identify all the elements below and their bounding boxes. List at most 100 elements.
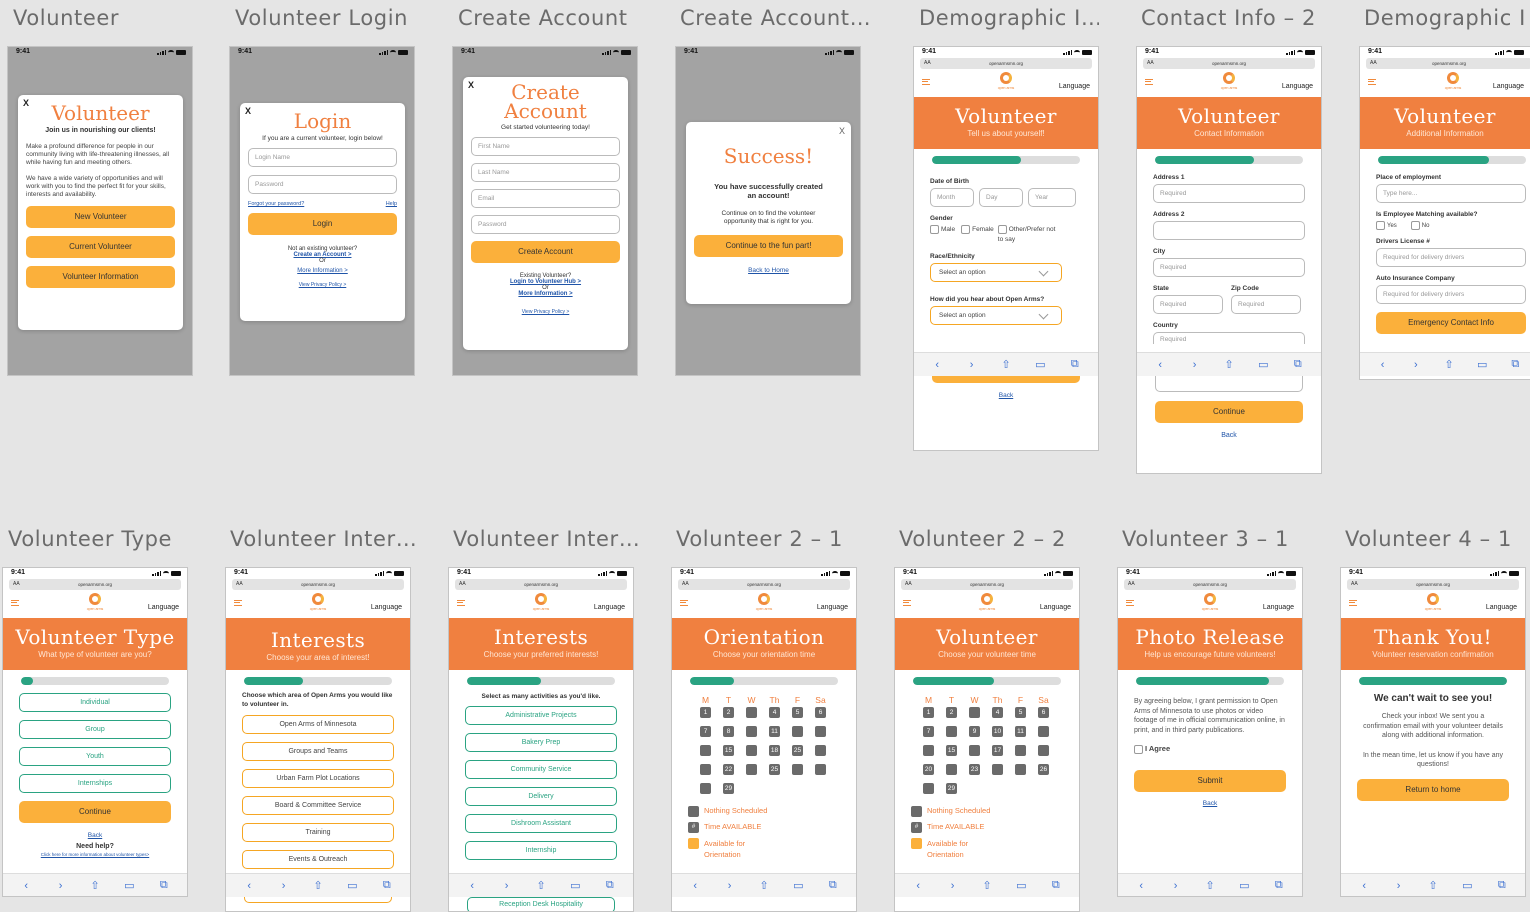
type-option-youth[interactable]: Youth [19,747,171,766]
calendar-date[interactable]: 7 [700,726,711,737]
calendar-date[interactable] [1038,745,1049,756]
back-icon[interactable]: ‹ [1377,359,1389,371]
more-information-link[interactable]: More Information > [471,291,620,297]
address1-input[interactable]: Required [1153,184,1305,203]
email-input[interactable]: Email [471,189,620,208]
calendar-date[interactable] [792,764,803,775]
calendar-date[interactable] [946,726,957,737]
calendar-date[interactable]: 6 [1038,707,1049,718]
forgot-password-link[interactable]: Forgot your password? [248,201,304,207]
calendar-date[interactable] [792,726,803,737]
extra-input[interactable] [1155,376,1303,392]
privacy-policy-link[interactable]: View Privacy Policy > [248,282,397,288]
calendar-date[interactable]: 18 [769,745,780,756]
month-input[interactable]: Month [930,188,974,207]
calendar-date[interactable]: 23 [969,764,980,775]
calendar-date[interactable] [746,764,757,775]
language-link[interactable]: Language [594,604,625,611]
back-link[interactable]: Back [914,392,1098,399]
activity-option[interactable]: Dishroom Assistant [465,814,617,833]
share-icon[interactable]: ⇧ [981,879,993,892]
share-icon[interactable]: ⇧ [1443,358,1455,371]
more-information-link[interactable]: More Information > [248,268,397,274]
share-icon[interactable]: ⇧ [312,879,324,892]
back-icon[interactable]: ‹ [931,359,943,371]
submit-button[interactable]: Submit [1134,769,1286,792]
continue-button[interactable]: Continue to the fun part! [694,235,843,257]
current-volunteer-button[interactable]: Current Volunteer [26,236,175,258]
share-icon[interactable]: ⇧ [758,879,770,892]
share-icon[interactable]: ⇧ [1000,358,1012,371]
logo[interactable] [89,593,101,605]
bookmarks-icon[interactable]: ▭ [1461,879,1473,892]
calendar-date[interactable]: 1 [923,707,934,718]
close-icon[interactable]: X [468,80,474,90]
back-icon[interactable]: ‹ [1135,880,1147,892]
calendar-date[interactable] [746,745,757,756]
back-icon[interactable]: ‹ [466,880,478,892]
tabs-icon[interactable]: ⧉ [1069,358,1081,371]
employment-input[interactable]: Type here... [1376,184,1526,203]
calendar-date[interactable]: 7 [923,726,934,737]
forward-icon[interactable]: › [278,880,290,892]
calendar-date[interactable]: 9 [969,726,980,737]
volunteer-types-link[interactable]: Click here for more information about vo… [19,852,171,857]
gender-male[interactable]: Male [930,225,955,234]
calendar-date[interactable] [1015,764,1026,775]
race-select[interactable]: Select an option [930,263,1062,283]
back-icon[interactable]: ‹ [20,880,32,892]
emergency-contact-button[interactable]: Emergency Contact Info [1376,312,1526,334]
agree-checkbox[interactable]: I Agree [1134,744,1286,754]
tabs-icon[interactable]: ⧉ [1292,358,1304,371]
url-bar[interactable]: AA openarmsmn.org [9,579,181,590]
forward-icon[interactable]: › [1410,359,1422,371]
language-link[interactable]: Language [1040,604,1071,611]
share-icon[interactable]: ⇧ [535,879,547,892]
insurance-input[interactable]: Required for delivery drivers [1376,285,1526,304]
type-option-group[interactable]: Group [19,720,171,739]
forward-icon[interactable]: › [1189,359,1201,371]
calendar-date[interactable]: 29 [723,783,734,794]
language-link[interactable]: Language [1059,83,1090,90]
calendar-date[interactable]: 15 [723,745,734,756]
activity-option[interactable]: Community Service [465,760,617,779]
continue-button[interactable]: Continue [1155,401,1303,423]
bookmarks-icon[interactable]: ▭ [346,879,358,892]
calendar-date[interactable]: 25 [769,764,780,775]
url-bar[interactable]: AA openarmsmn.org [1366,58,1530,69]
calendar-date[interactable]: 5 [1015,707,1026,718]
zip-input[interactable]: Required [1231,295,1301,314]
tabs-icon[interactable]: ⧉ [604,879,616,892]
url-bar[interactable]: AA openarmsmn.org [1347,579,1519,590]
login-name-input[interactable]: Login Name [248,148,397,167]
calendar-date[interactable] [746,707,757,718]
calendar-date[interactable]: 15 [946,745,957,756]
tabs-icon[interactable]: ⧉ [1273,879,1285,892]
bookmarks-icon[interactable]: ▭ [1476,358,1488,371]
type-option-internships[interactable]: Internships [19,774,171,793]
year-input[interactable]: Year [1028,188,1076,207]
forward-icon[interactable]: › [1170,880,1182,892]
hear-select[interactable]: Select an option [930,306,1062,326]
calendar-date[interactable]: 11 [769,726,780,737]
back-icon[interactable]: ‹ [243,880,255,892]
interest-option[interactable]: Groups and Teams [242,742,394,761]
calendar-date[interactable]: 6 [815,707,826,718]
back-link[interactable]: Back [19,832,171,839]
calendar-date[interactable]: 4 [769,707,780,718]
calendar-date[interactable]: 8 [723,726,734,737]
calendar-date[interactable] [746,726,757,737]
share-icon[interactable]: ⇧ [89,879,101,892]
matching-yes[interactable]: Yes [1376,221,1397,230]
type-option-individual[interactable]: Individual [19,693,171,712]
menu-icon[interactable] [11,600,19,606]
logo[interactable] [312,593,324,605]
gender-female[interactable]: Female [961,225,994,234]
calendar-date[interactable] [700,764,711,775]
privacy-policy-link[interactable]: View Privacy Policy > [471,309,620,315]
calendar-date[interactable] [923,745,934,756]
country-select[interactable]: Required [1153,332,1305,344]
back-link[interactable]: Back [1134,800,1286,807]
close-icon[interactable]: X [245,106,251,116]
tabs-icon[interactable]: ⧉ [1496,879,1508,892]
